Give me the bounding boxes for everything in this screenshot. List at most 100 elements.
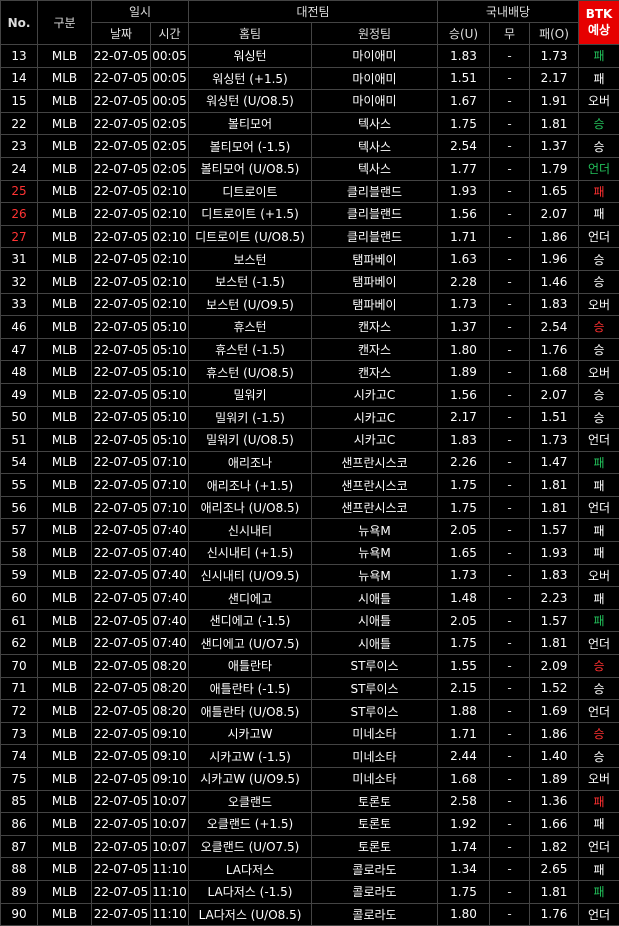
row-btk-prediction: 승 [578, 654, 619, 678]
table-row: 50 MLB 22-07-05 05:10 밀워키 (-1.5) 시카고C 2.17-1.5… [0, 405, 619, 430]
row-btk-prediction: 패 [578, 879, 619, 904]
row-win-odds: 2.15 [437, 676, 490, 701]
table-row: 57 MLB 22-07-05 07:40 신시내티 뉴욕M 2.05-1.57 패 [0, 518, 619, 543]
row-home-team: 애틀란타 (U/O8.5) [188, 699, 312, 723]
row-draw-odds: - [489, 44, 530, 68]
row-win-odds: 1.67 [437, 89, 490, 113]
table-row: 85 MLB 22-07-05 10:07 오클랜드 토론토 2.58-1.36 패 [0, 789, 619, 814]
row-away-team: ST루이스 [311, 676, 438, 701]
row-home-team: 밀워키 (U/O8.5) [188, 428, 312, 452]
row-home-team: 시카고W (-1.5) [188, 744, 312, 768]
row-away-team: 캔자스 [311, 337, 438, 362]
row-lose-odds: 1.66 [528, 812, 580, 836]
row-time: 02:10 [150, 202, 189, 226]
row-win-odds: 1.89 [437, 360, 490, 384]
row-no: 85 [0, 789, 38, 814]
table-header: No. 구분 일시 대전팀 국내배당 BTK 예상 날짜 시간 홈팀 원정팀 승… [0, 0, 619, 45]
row-win-odds: 1.65 [437, 541, 490, 565]
row-btk-prediction: 언더 [578, 631, 619, 656]
header-draw: 무 [489, 22, 530, 45]
row-btk-prediction: 패 [578, 202, 619, 226]
row-date: 22-07-05 [91, 179, 151, 204]
row-btk-prediction: 승 [578, 405, 619, 430]
table-row: 60 MLB 22-07-05 07:40 샌디에고 시애틀 1.48-2.23 패 [0, 586, 619, 610]
row-away-team: 탬파베이 [311, 292, 438, 317]
row-btk-prediction: 오버 [578, 563, 619, 588]
row-btk-prediction: 오버 [578, 767, 619, 791]
row-no: 22 [0, 111, 38, 136]
row-category: MLB [37, 631, 92, 656]
row-home-team: LA다저스 [188, 857, 312, 881]
row-home-team: 휴스턴 (U/O8.5) [188, 360, 312, 384]
row-lose-odds: 1.81 [528, 111, 580, 136]
row-category: MLB [37, 608, 92, 633]
row-time: 05:10 [150, 382, 189, 407]
row-btk-prediction: 패 [578, 179, 619, 204]
row-date: 22-07-05 [91, 857, 151, 881]
row-no: 47 [0, 337, 38, 362]
row-btk-prediction: 승 [578, 676, 619, 701]
row-win-odds: 1.73 [437, 563, 490, 588]
row-lose-odds: 1.76 [528, 902, 580, 926]
row-date: 22-07-05 [91, 541, 151, 565]
row-lose-odds: 1.91 [528, 89, 580, 113]
row-lose-odds: 1.40 [528, 744, 580, 768]
row-draw-odds: - [489, 247, 530, 271]
row-no: 72 [0, 699, 38, 723]
row-win-odds: 1.51 [437, 66, 490, 91]
row-btk-prediction: 승 [578, 134, 619, 158]
row-draw-odds: - [489, 834, 530, 859]
row-draw-odds: - [489, 902, 530, 926]
table-row: 70 MLB 22-07-05 08:20 애틀란타 ST루이스 1.55-2.09 승 [0, 654, 619, 678]
table-row: 33 MLB 22-07-05 02:10 보스턴 (U/O9.5) 탬파베이 1.73-1… [0, 292, 619, 317]
table-row: 61 MLB 22-07-05 07:40 샌디에고 (-1.5) 시애틀 2.05-1.5… [0, 608, 619, 633]
row-time: 02:10 [150, 269, 189, 294]
row-draw-odds: - [489, 631, 530, 656]
row-win-odds: 1.75 [437, 495, 490, 520]
row-date: 22-07-05 [91, 631, 151, 656]
row-lose-odds: 1.68 [528, 360, 580, 384]
row-home-team: 보스턴 [188, 247, 312, 271]
row-btk-prediction: 승 [578, 744, 619, 768]
row-draw-odds: - [489, 269, 530, 294]
row-btk-prediction: 승 [578, 382, 619, 407]
row-lose-odds: 1.86 [528, 721, 580, 746]
row-lose-odds: 2.65 [528, 857, 580, 881]
row-time: 07:40 [150, 541, 189, 565]
header-btk-line2: 예상 [587, 23, 611, 37]
row-away-team: 시애틀 [311, 608, 438, 633]
row-win-odds: 2.05 [437, 518, 490, 543]
row-lose-odds: 2.17 [528, 66, 580, 91]
row-btk-prediction: 언더 [578, 156, 619, 181]
row-btk-prediction: 언더 [578, 902, 619, 926]
table-row: 13 MLB 22-07-05 00:05 워싱턴 마이애미 1.83-1.73 패 [0, 44, 619, 68]
row-no: 59 [0, 563, 38, 588]
row-no: 70 [0, 654, 38, 678]
row-category: MLB [37, 676, 92, 701]
row-time: 02:05 [150, 134, 189, 158]
row-away-team: 뉴욕M [311, 541, 438, 565]
row-date: 22-07-05 [91, 834, 151, 859]
row-away-team: 캔자스 [311, 315, 438, 339]
row-date: 22-07-05 [91, 134, 151, 158]
row-category: MLB [37, 586, 92, 610]
row-category: MLB [37, 767, 92, 791]
row-win-odds: 1.75 [437, 879, 490, 904]
table-row: 47 MLB 22-07-05 05:10 휴스턴 (-1.5) 캔자스 1.80-1.76… [0, 337, 619, 362]
row-btk-prediction: 승 [578, 269, 619, 294]
row-away-team: 샌프란시스코 [311, 495, 438, 520]
row-draw-odds: - [489, 405, 530, 430]
row-category: MLB [37, 789, 92, 814]
row-time: 09:10 [150, 767, 189, 791]
row-away-team: 시카고C [311, 428, 438, 452]
table-row: 32 MLB 22-07-05 02:10 보스턴 (-1.5) 탬파베이 2.28-1.4… [0, 269, 619, 294]
row-home-team: 오클랜드 (+1.5) [188, 812, 312, 836]
row-time: 07:10 [150, 495, 189, 520]
row-win-odds: 1.56 [437, 202, 490, 226]
row-away-team: 텍사스 [311, 134, 438, 158]
header-date: 날짜 [91, 22, 151, 45]
header-home: 홈팀 [188, 22, 312, 45]
row-time: 09:10 [150, 721, 189, 746]
row-no: 27 [0, 224, 38, 249]
table-row: 25 MLB 22-07-05 02:10 디트로이트 클리블랜드 1.93-1.65 패 [0, 179, 619, 204]
